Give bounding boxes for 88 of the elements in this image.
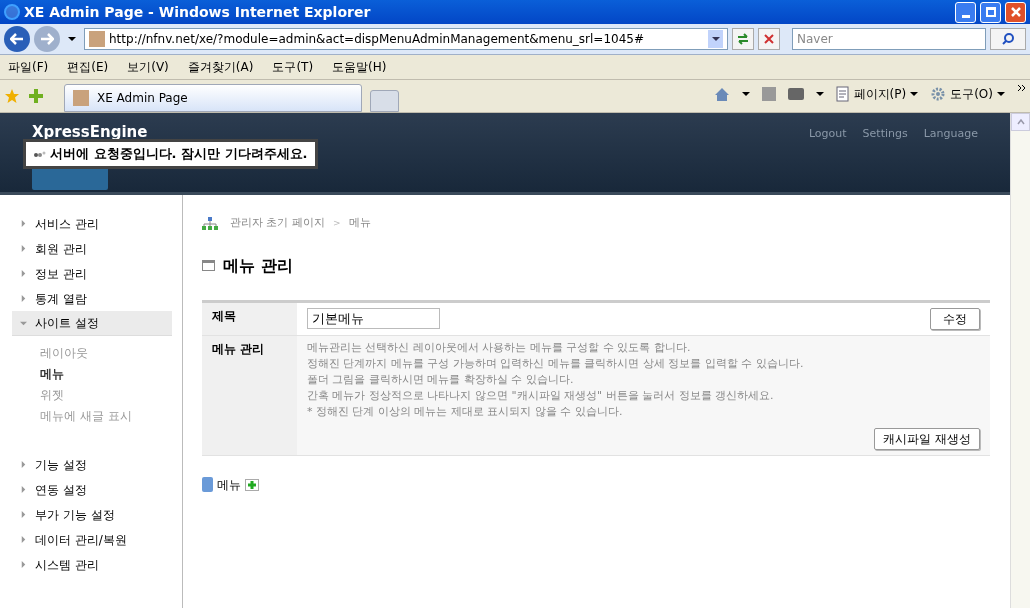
- right-arrow-icon: [40, 33, 54, 45]
- caret-right-icon: [20, 220, 27, 227]
- toast-message: 서버에 요청중입니다. 잠시만 기다려주세요.: [50, 145, 308, 164]
- tree-root[interactable]: 메뉴: [217, 475, 241, 494]
- close-icon: [1009, 6, 1022, 18]
- sidebar-item[interactable]: 기능 설정: [12, 452, 172, 477]
- breadcrumb-separator: >: [333, 216, 341, 230]
- sidebar-item[interactable]: 정보 관리: [12, 261, 172, 286]
- command-menu-button[interactable]: 도구(O): [930, 85, 1005, 103]
- help-text: * 정해진 단계 이상의 메뉴는 제대로 표시되지 않을 수 있습니다.: [307, 403, 624, 420]
- search-icon: [1001, 32, 1015, 46]
- maximize-button[interactable]: [980, 1, 1001, 23]
- sidebar-item[interactable]: 부가 기능 설정: [12, 502, 172, 527]
- menu-item[interactable]: 도구(T): [272, 58, 314, 76]
- refresh-arrows-icon: [736, 33, 750, 45]
- stop-button[interactable]: [758, 28, 780, 50]
- title-input[interactable]: 기본메뉴: [307, 308, 440, 329]
- site-favicon-icon: [73, 90, 89, 106]
- sidebar-item[interactable]: 사이트 설정: [12, 311, 172, 336]
- menu-item[interactable]: 보기(V): [127, 58, 169, 76]
- command-menu-button[interactable]: 페이지(P): [835, 85, 919, 103]
- sitemap-icon: [202, 216, 218, 230]
- dropdown-caret-icon[interactable]: [711, 35, 720, 43]
- menu-item[interactable]: 도움말(H): [332, 58, 387, 76]
- search-field[interactable]: Naver: [792, 28, 986, 50]
- add-icon[interactable]: [245, 478, 259, 491]
- regenerate-cache-button[interactable]: 캐시파일 재생성: [874, 427, 980, 450]
- caret-right-icon: [20, 295, 27, 302]
- sidebar-item[interactable]: 연동 설정: [12, 477, 172, 502]
- help-text: 간혹 메뉴가 정상적으로 나타나지 않으면 "캐시파일 재생성" 버튼을 눌러서 정보를 갱신하세요.: [307, 387, 775, 404]
- help-text: 정해진 단계까지 메뉴를 구성 가능하며 입력하신 메뉴를 클릭하시면 상세 정보를 입력할 수 있습니다.: [307, 355, 805, 372]
- caret-right-icon: [20, 536, 27, 543]
- home-icon[interactable]: [713, 86, 730, 102]
- spinner-icon: [34, 150, 46, 158]
- refresh-button[interactable]: [732, 28, 754, 50]
- address-field[interactable]: http://nfnv.net/xe/?module=admin&act=dispMenuAdminManagement&menu_srl=1045#: [84, 28, 728, 50]
- breadcrumb-link[interactable]: 관리자 초기 페이지: [230, 215, 325, 232]
- browser-tab[interactable]: XE Admin Page: [64, 84, 362, 112]
- window-icon: [202, 260, 215, 271]
- save-button[interactable]: 수정: [930, 307, 980, 330]
- scrollbar[interactable]: [1010, 113, 1030, 608]
- sidebar-item[interactable]: 데이터 관리/복원: [12, 527, 172, 552]
- caret-right-icon: [20, 486, 27, 493]
- caret-icon[interactable]: [741, 90, 750, 98]
- sidebar-item[interactable]: 통계 열람: [12, 286, 172, 311]
- window-title: XE Admin Page - Windows Internet Explorer: [24, 2, 372, 22]
- help-text: 폴더 그림을 클릭하시면 메뉴를 확장하실 수 있습니다.: [307, 371, 575, 388]
- search-button[interactable]: [990, 28, 1026, 50]
- caret-icon[interactable]: [910, 90, 919, 98]
- sidebar-item[interactable]: 회원 관리: [12, 236, 172, 261]
- add-star-icon[interactable]: [28, 88, 44, 104]
- caret-icon[interactable]: [997, 90, 1005, 98]
- browser-logo-icon: [4, 4, 20, 20]
- menu-item[interactable]: 즐겨찾기(A): [187, 58, 254, 76]
- header-link[interactable]: Logout: [808, 126, 847, 192]
- page-icon: [835, 86, 850, 102]
- sidebar-subitem[interactable]: 메뉴: [40, 365, 172, 386]
- url-text: http://nfnv.net/xe/?module=admin&act=dispMenuAdminManagement&menu_srl=1045#: [109, 31, 645, 48]
- caret-down-icon: [20, 319, 27, 327]
- chevron-icon[interactable]: [1017, 84, 1026, 92]
- caret-right-icon: [20, 245, 27, 252]
- field-label: 메뉴 관리: [202, 335, 297, 455]
- back-button[interactable]: [4, 26, 30, 52]
- close-button[interactable]: [1005, 1, 1026, 23]
- caret-right-icon: [20, 511, 27, 518]
- header-link[interactable]: Language: [923, 126, 978, 192]
- breadcrumb-link[interactable]: 메뉴: [348, 215, 371, 232]
- menu-item[interactable]: 편집(E): [67, 58, 109, 76]
- settings-icon: [930, 86, 947, 102]
- stop-x-icon: [764, 34, 774, 44]
- caret-right-icon: [20, 561, 27, 568]
- page-title: 메뉴 관리: [223, 254, 293, 277]
- caret-right-icon: [20, 270, 27, 277]
- caret-right-icon: [20, 461, 27, 468]
- sidebar-item[interactable]: 서비스 관리: [12, 211, 172, 236]
- header-link[interactable]: Settings: [862, 126, 908, 192]
- help-text: 메뉴관리는 선택하신 레이아웃에서 사용하는 메뉴를 구성할 수 있도록 합니다.: [307, 339, 692, 356]
- site-logo: XpressEngine: [32, 122, 148, 143]
- menu-item[interactable]: 파일(F): [8, 58, 49, 76]
- field-label: 제목: [202, 302, 297, 335]
- tab-label: XE Admin Page: [97, 90, 188, 107]
- caret-icon[interactable]: [68, 35, 76, 43]
- site-favicon-icon: [89, 31, 105, 47]
- left-arrow-icon: [10, 33, 24, 45]
- sidebar-item[interactable]: 시스템 관리: [12, 552, 172, 577]
- star-icon[interactable]: [4, 88, 20, 104]
- caret-icon[interactable]: [815, 90, 824, 98]
- minimize-button[interactable]: [955, 1, 976, 23]
